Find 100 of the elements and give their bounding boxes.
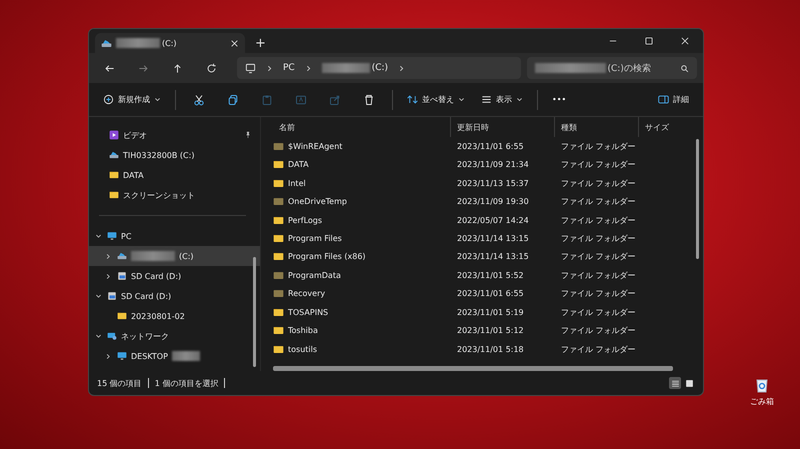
view-button[interactable]: 表示 [475,88,529,112]
new-tab-button[interactable]: + [245,33,276,53]
table-cell: DATA [261,159,451,170]
new-button[interactable]: 新規作成 [97,88,167,112]
plus-circle-icon [103,94,114,105]
monitor-icon [107,231,117,241]
table-cell: TOSAPINS [261,306,451,318]
nav-item[interactable]: (C:) [89,246,260,266]
details-view-button[interactable] [669,377,681,389]
nav-item[interactable]: 20230801-02 [89,306,260,326]
breadcrumb[interactable]: PC [283,63,295,73]
chevron-right-icon[interactable] [104,272,112,280]
sd-card-icon [107,291,117,301]
chevron-down-icon[interactable] [94,232,102,240]
close-icon[interactable] [680,36,690,46]
scissors-icon [193,94,205,106]
column-header[interactable]: 名前 [261,117,451,137]
table-cell-text: 2023/11/01 5:52 [456,270,525,280]
chevron-down-icon[interactable] [94,332,102,340]
nav-item[interactable]: DESKTOP [89,346,260,366]
table-cell-text: ファイル フォルダー [560,159,637,170]
table-cell-text: 2022/05/07 14:24 [456,216,530,225]
table-cell: Program Files [261,232,451,244]
folder-icon [117,311,127,321]
chevron-icon [266,64,273,72]
table-cell-text: ファイル フォルダー [560,344,637,355]
tiles-view-button[interactable] [683,377,695,389]
status-text: 1 個の項目を選択 [154,378,218,388]
column-header[interactable]: 種類 [555,117,639,137]
sort-button[interactable]: 並べ替え [401,88,471,112]
table-cell-text: ファイル フォルダー [560,288,637,300]
chevron-icon [304,64,312,72]
desktop-icon-label: ごみ箱 [750,396,774,407]
redacted-block [535,63,606,73]
breadcrumb[interactable]: (C:) [372,63,388,73]
video-icon [109,130,119,140]
refresh-icon[interactable] [206,62,216,74]
table-cell-text: 2023/11/01 6:55 [456,289,525,298]
nav-item[interactable]: SD Card (D:) [89,286,260,306]
caret-icon [458,96,465,103]
table-cell-text: ファイル フォルダー [560,214,637,226]
sd-card-icon [117,271,127,281]
back-arrow-icon[interactable] [104,62,114,74]
clipboard-icon [261,94,273,106]
table-cell-text: 2023/11/01 5:12 [456,326,525,336]
list-icon [670,378,680,388]
table-cell-text: 2023/11/01 5:19 [456,308,525,317]
table-cell-text: ファイル フォルダー [560,196,637,208]
nav-item[interactable]: DATA [89,165,260,185]
search-placeholder: (C:)の検索 [608,62,652,74]
drive-icon [109,150,119,160]
maximize-icon[interactable] [644,36,654,46]
monitor-icon [117,351,127,361]
search-field[interactable]: (C:)の検索 [527,57,697,79]
folder-icon [109,170,119,180]
more-button[interactable]: ••• [546,88,572,112]
chevron-right-icon[interactable] [104,352,112,360]
nav-item[interactable]: スクリーンショット [89,185,260,205]
folder-icon [109,190,119,200]
chevron-right-icon[interactable] [104,252,112,260]
column-header[interactable]: 更新日時 [451,117,555,137]
nav-item[interactable]: ビデオ [89,125,260,145]
redacted-block [131,251,175,261]
details-button[interactable]: 詳細 [652,88,695,112]
status-text: 15 個の項目 [97,378,142,388]
nav-item[interactable]: PC [89,226,260,246]
address-bar[interactable]: PC (C:) [237,57,521,79]
nav-item[interactable]: TIH0332800B (C:) [89,145,260,165]
tab[interactable]: (C:) [95,33,245,53]
nav-item[interactable]: ネットワーク [89,326,260,346]
table-cell-text: ファイル フォルダー [560,140,637,152]
table-cell-text: 2023/11/01 5:18 [456,344,525,354]
close-icon [230,38,239,48]
nav-item[interactable]: SD Card (D:) [89,266,260,286]
drive-icon [101,38,112,48]
forward-arrow-icon[interactable] [138,62,148,74]
table-cell-text: ファイル フォルダー [560,270,637,281]
table-cell-text: 2023/11/09 21:34 [456,160,530,170]
column-header[interactable]: サイズ [639,117,689,137]
desktop-icon[interactable]: ごみ箱 [746,376,778,407]
table-cell: Toshiba [261,325,451,336]
drive-icon [117,251,127,261]
tab-title: (C:) [162,38,177,48]
chevron-down-icon[interactable] [94,292,102,300]
list-icon [481,94,492,105]
table-cell-text: 2023/11/14 13:15 [456,252,530,262]
table-cell: Intel [261,178,451,189]
up-arrow-icon[interactable] [172,62,182,74]
square-icon [684,378,694,388]
copy-icon [227,94,239,106]
monitor-icon [245,62,256,74]
share-icon [329,94,341,106]
search-icon [680,64,689,72]
redacted-block [322,63,370,73]
details-pane-icon [658,94,669,105]
table-cell-text: ファイル フォルダー [560,251,637,262]
table-cell-text: ファイル フォルダー [560,178,637,189]
table-cell: Program Files (x86) [261,251,451,262]
table-cell: Recovery [261,288,451,300]
table-cell-text: ファイル フォルダー [560,306,637,318]
